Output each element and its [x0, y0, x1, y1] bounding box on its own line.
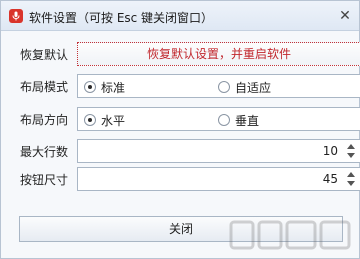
stepper-down-icon[interactable] [347, 153, 355, 158]
button-size-value: 45 [322, 172, 338, 186]
reset-defaults-button[interactable]: 恢复默认设置，并重启软件 [77, 42, 360, 66]
layout-mode-label: 布局模式 [20, 80, 69, 94]
reset-row: 恢复默认 恢复默认设置，并重启软件 [11, 42, 360, 66]
max-rows-stepper[interactable]: 10 [77, 139, 360, 163]
radio-direction-horizontal-label: 水平 [101, 114, 126, 128]
close-icon[interactable]: ✕ [337, 8, 353, 24]
reset-label: 恢复默认 [20, 48, 69, 62]
radio-layout-standard-label: 标准 [101, 81, 126, 95]
max-rows-label: 最大行数 [20, 145, 69, 159]
layout-direction-label: 布局方向 [20, 113, 69, 127]
button-size-row: 按钮尺寸 45 [11, 167, 360, 191]
button-size-label: 按钮尺寸 [20, 173, 69, 187]
settings-window: 软件设置（可按 Esc 键关闭窗口） ✕ 恢复默认 恢复默认设置，并重启软件 布… [0, 0, 360, 259]
stepper-arrows-icon[interactable] [344, 170, 358, 188]
stepper-arrows-icon[interactable] [344, 142, 358, 160]
microphone-icon [9, 9, 23, 23]
stepper-up-icon[interactable] [347, 172, 355, 177]
window-title: 软件设置（可按 Esc 键关闭窗口） [29, 11, 214, 25]
watermark-logo [229, 220, 351, 250]
radio-layout-adaptive-label: 自适应 [235, 81, 272, 95]
radio-unselected-icon [218, 81, 230, 93]
button-size-stepper[interactable]: 45 [77, 167, 360, 191]
max-rows-row: 最大行数 10 [11, 139, 360, 163]
max-rows-value: 10 [322, 144, 338, 158]
title-bar[interactable]: 软件设置（可按 Esc 键关闭窗口） ✕ [1, 1, 359, 31]
radio-unselected-icon [218, 114, 230, 126]
layout-direction-row: 布局方向 水平 垂直 [11, 107, 360, 131]
layout-mode-radio-group: 标准 自适应 [77, 74, 360, 98]
radio-selected-icon [84, 81, 96, 93]
stepper-up-icon[interactable] [347, 144, 355, 149]
radio-direction-vertical-label: 垂直 [235, 114, 260, 128]
radio-selected-icon [84, 114, 96, 126]
stepper-down-icon[interactable] [347, 181, 355, 186]
layout-mode-row: 布局模式 标准 自适应 [11, 74, 360, 98]
layout-direction-radio-group: 水平 垂直 [77, 107, 360, 131]
